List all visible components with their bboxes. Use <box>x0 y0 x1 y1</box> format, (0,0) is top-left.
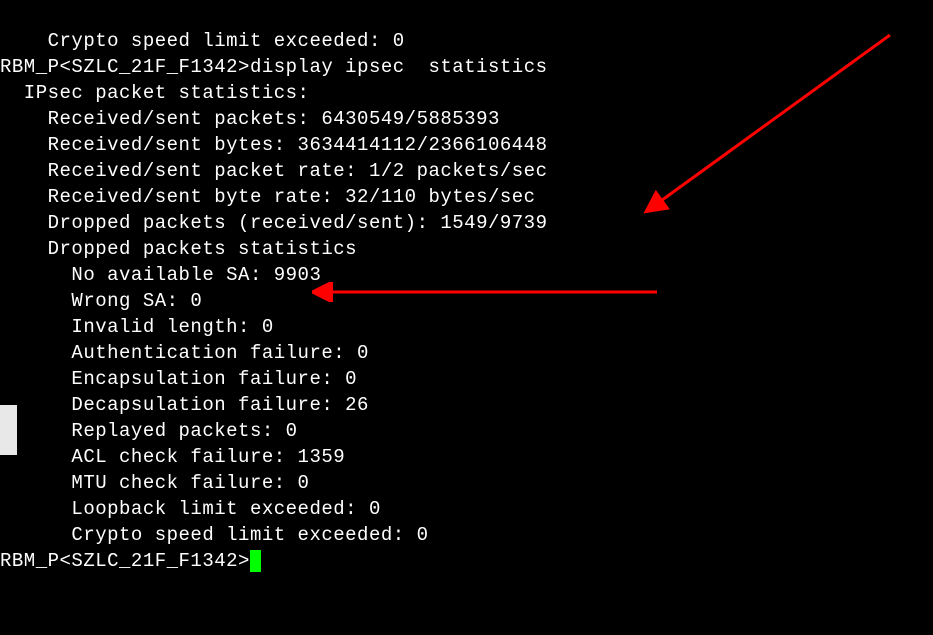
scrollbar-track <box>0 405 17 455</box>
recv-sent-packets: Received/sent packets: 6430549/5885393 <box>0 106 933 132</box>
replayed-packets: Replayed packets: 0 <box>0 418 933 444</box>
acl-check-failure: ACL check failure: 1359 <box>0 444 933 470</box>
cursor <box>250 550 261 572</box>
terminal-output: Crypto speed limit exceeded: 0RBM_P<SZLC… <box>0 2 933 600</box>
recv-sent-bytes: Received/sent bytes: 3634414112/23661064… <box>0 132 933 158</box>
dropped-stats-header: Dropped packets statistics <box>0 236 933 262</box>
mtu-check-failure: MTU check failure: 0 <box>0 470 933 496</box>
command-text: display ipsec statistics <box>250 56 548 78</box>
prompt-prefix: RBM_P <box>0 56 60 78</box>
crypto-speed-limit: Crypto speed limit exceeded: 0 <box>0 522 933 548</box>
decap-failure: Decapsulation failure: 26 <box>0 392 933 418</box>
recv-sent-byte-rate: Received/sent byte rate: 32/110 bytes/se… <box>0 184 933 210</box>
dropped-packets: Dropped packets (received/sent): 1549/97… <box>0 210 933 236</box>
prompt-line-2[interactable]: RBM_P<SZLC_21F_F1342> <box>0 548 933 574</box>
auth-failure: Authentication failure: 0 <box>0 340 933 366</box>
output-line: Crypto speed limit exceeded: 0 <box>0 28 933 54</box>
no-available-sa: No available SA: 9903 <box>0 262 933 288</box>
recv-sent-packet-rate: Received/sent packet rate: 1/2 packets/s… <box>0 158 933 184</box>
invalid-length: Invalid length: 0 <box>0 314 933 340</box>
loopback-limit: Loopback limit exceeded: 0 <box>0 496 933 522</box>
prompt-line[interactable]: RBM_P<SZLC_21F_F1342>display ipsec stati… <box>0 54 933 80</box>
prompt-device: <SZLC_21F_F1342> <box>60 550 250 572</box>
prompt-prefix: RBM_P <box>0 550 60 572</box>
prompt-device: <SZLC_21F_F1342> <box>60 56 250 78</box>
stats-header: IPsec packet statistics: <box>0 80 933 106</box>
encap-failure: Encapsulation failure: 0 <box>0 366 933 392</box>
wrong-sa: Wrong SA: 0 <box>0 288 933 314</box>
